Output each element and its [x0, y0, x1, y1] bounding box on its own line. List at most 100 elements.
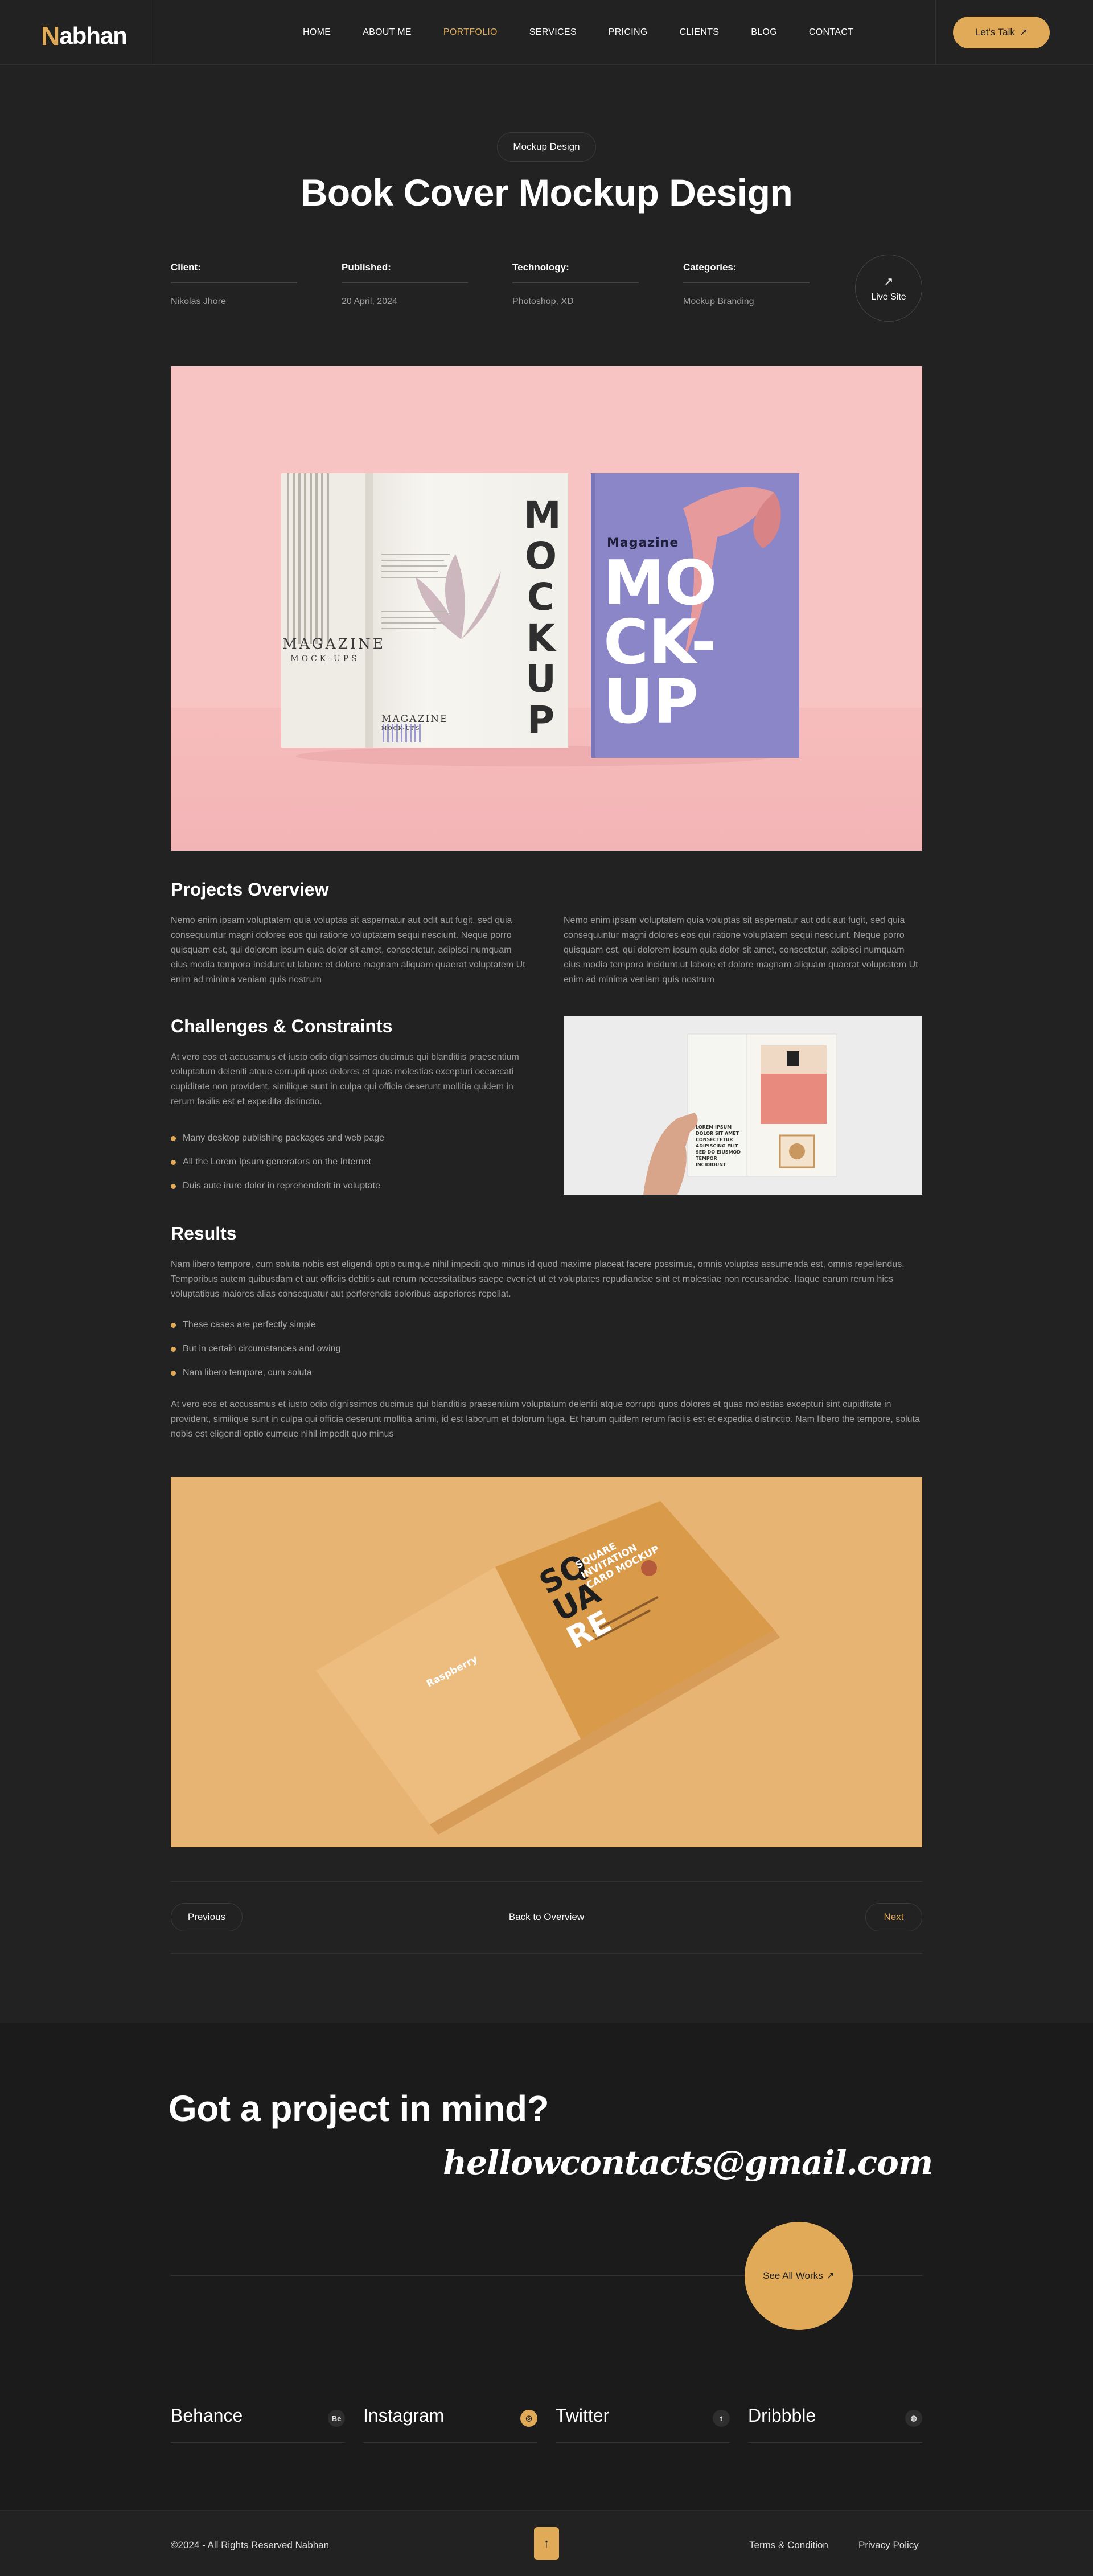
meta-value: Nikolas Jhore [171, 297, 226, 306]
bullet-dot-icon [171, 1346, 176, 1352]
cover-big-text-1: MO [603, 548, 717, 619]
challenges-title: Challenges & Constraints [171, 1016, 393, 1036]
list-item-text: These cases are perfectly simple [183, 1320, 316, 1330]
next-button[interactable]: Next [865, 1903, 922, 1931]
header-divider [935, 0, 936, 65]
cover-big-text-3: UP [603, 666, 698, 737]
social-name: Instagram [363, 2405, 445, 2426]
meta-value: Mockup Branding [683, 297, 754, 306]
meta-client: Client: Nikolas Jhore [171, 262, 297, 307]
previous-button[interactable]: Previous [171, 1903, 243, 1931]
meta-label: Client: [171, 262, 297, 283]
page-vertical-word: MOCKUP [524, 493, 561, 742]
invitation-card-illustration [171, 1477, 922, 1847]
overview-text-left: Nemo enim ipsam voluptatem quia voluptas… [171, 916, 525, 985]
meta-label: Published: [342, 262, 468, 283]
nav-services[interactable]: SERVICES [529, 27, 577, 38]
list-item: These cases are perfectly simple [171, 1320, 340, 1330]
bullet-dot-icon [171, 1159, 176, 1165]
nav-clients[interactable]: CLIENTS [680, 27, 720, 38]
cover-big-text-2: CK- [603, 607, 717, 678]
list-item-text: Nam libero tempore, cum soluta [183, 1368, 312, 1377]
list-item: But in certain circumstances and owing [171, 1344, 340, 1354]
social-dribbble[interactable]: Dribbble ◍ [748, 2405, 922, 2443]
list-item: All the Lorem Ipsum generators on the In… [171, 1157, 384, 1167]
contact-email-link[interactable]: hellowcontacts@gmail.com [443, 2143, 933, 2182]
divider [171, 1953, 922, 1954]
bullet-dot-icon [171, 1183, 176, 1189]
list-item: Nam libero tempore, cum soluta [171, 1368, 340, 1378]
list-item-text: All the Lorem Ipsum generators on the In… [183, 1157, 371, 1167]
hand-holding-magazine-illustration [564, 1016, 922, 1195]
copyright-text: ©2024 - All Rights Reserved Nabhan [171, 2540, 330, 2550]
lets-talk-button[interactable]: Let's Talk ↗ [953, 17, 1050, 48]
bullet-dot-icon [171, 1135, 176, 1141]
social-name: Twitter [556, 2405, 610, 2426]
privacy-link[interactable]: Privacy Policy [858, 2540, 919, 2551]
results-text-2: At vero eos et accusamus et iusto odio d… [171, 1400, 920, 1439]
page-footer-text: MAGAZINE [381, 713, 449, 725]
overview-title: Projects Overview [171, 879, 329, 900]
social-behance[interactable]: Behance Be [171, 2405, 345, 2443]
list-item: Many desktop publishing packages and web… [171, 1133, 384, 1143]
instagram-icon: ◎ [520, 2410, 537, 2427]
scroll-to-top-button[interactable]: ↑ [534, 2527, 559, 2560]
see-all-works-label: See All Works [763, 2270, 823, 2281]
see-all-works-button[interactable]: See All Works ↗ [745, 2222, 853, 2330]
challenges-list: Many desktop publishing packages and web… [171, 1133, 384, 1205]
list-item-text: But in certain circumstances and owing [183, 1344, 341, 1353]
nav-home[interactable]: HOME [303, 27, 331, 38]
arrow-up-right-icon: ↗ [1019, 27, 1028, 38]
back-to-overview-link[interactable]: Back to Overview [499, 1903, 594, 1931]
meta-technology: Technology: Photoshop, XD [512, 262, 639, 307]
meta-value: Photoshop, XD [512, 297, 574, 306]
hero-mockup-image: MAGAZINE MOCK-UPS MOCKUP MAGAZINE MOCK-U… [171, 366, 922, 851]
terms-link[interactable]: Terms & Condition [749, 2540, 828, 2551]
live-site-button[interactable]: ↗ Live Site [855, 255, 922, 322]
list-item-text: Many desktop publishing packages and web… [183, 1133, 385, 1143]
arrow-up-right-icon: ↗ [826, 2270, 835, 2281]
nav-contact[interactable]: CONTACT [809, 27, 853, 38]
lets-talk-label: Let's Talk [975, 27, 1015, 38]
meta-categories: Categories: Mockup Branding [683, 262, 810, 307]
social-name: Behance [171, 2405, 243, 2426]
bullet-dot-icon [171, 1370, 176, 1376]
invitation-mockup-image: SQ UA RE SQUARE INVITATION CARD MOCKUP R… [171, 1477, 922, 1847]
list-item: Duis aute irure dolor in reprehenderit i… [171, 1181, 384, 1191]
challenges-image: LOREM IPSUM DOLOR SIT AMET CONSECTETUR A… [564, 1016, 922, 1195]
dribbble-icon: ◍ [905, 2410, 922, 2427]
arrow-up-right-icon: ↗ [884, 275, 894, 288]
page: Nabhan HOME ABOUT ME PORTFOLIO SERVICES … [0, 0, 1093, 2576]
live-site-label: Live Site [871, 292, 906, 302]
cta-title: Got a project in mind? [169, 2088, 549, 2129]
magazine-page-text: LOREM IPSUM DOLOR SIT AMET CONSECTETUR A… [696, 1125, 741, 1167]
overview-text-right: Nemo enim ipsam voluptatem quia voluptas… [564, 916, 918, 985]
logo-initial: N [41, 21, 60, 51]
nav-portfolio[interactable]: PORTFOLIO [443, 27, 498, 38]
results-text: Nam libero tempore, cum soluta nobis est… [171, 1260, 905, 1299]
meta-label: Categories: [683, 262, 810, 283]
nav-blog[interactable]: BLOG [751, 27, 777, 38]
nav-about[interactable]: ABOUT ME [363, 27, 412, 38]
results-list: These cases are perfectly simple But in … [171, 1320, 340, 1392]
meta-published: Published: 20 April, 2024 [342, 262, 468, 307]
spine-text: MAGAZINE [282, 635, 386, 652]
page-title: Book Cover Mockup Design [300, 171, 793, 214]
spine-subtext: MOCK-UPS [290, 654, 360, 663]
divider [171, 1881, 922, 1882]
arrow-up-icon: ↑ [543, 2536, 550, 2550]
meta-label: Technology: [512, 262, 639, 283]
meta-value: 20 April, 2024 [342, 297, 397, 306]
list-item-text: Duis aute irure dolor in reprehenderit i… [183, 1181, 380, 1191]
results-title: Results [171, 1223, 237, 1244]
social-instagram[interactable]: Instagram ◎ [363, 2405, 537, 2443]
social-name: Dribbble [748, 2405, 816, 2426]
category-tag[interactable]: Mockup Design [497, 132, 596, 162]
bullet-dot-icon [171, 1322, 176, 1328]
nav-pricing[interactable]: PRICING [609, 27, 648, 38]
twitter-icon: t [713, 2410, 730, 2427]
main-nav: HOME ABOUT ME PORTFOLIO SERVICES PRICING… [303, 27, 885, 38]
social-twitter[interactable]: Twitter t [556, 2405, 730, 2443]
logo-text: abhan [59, 22, 128, 49]
logo[interactable]: Nabhan [41, 20, 128, 51]
